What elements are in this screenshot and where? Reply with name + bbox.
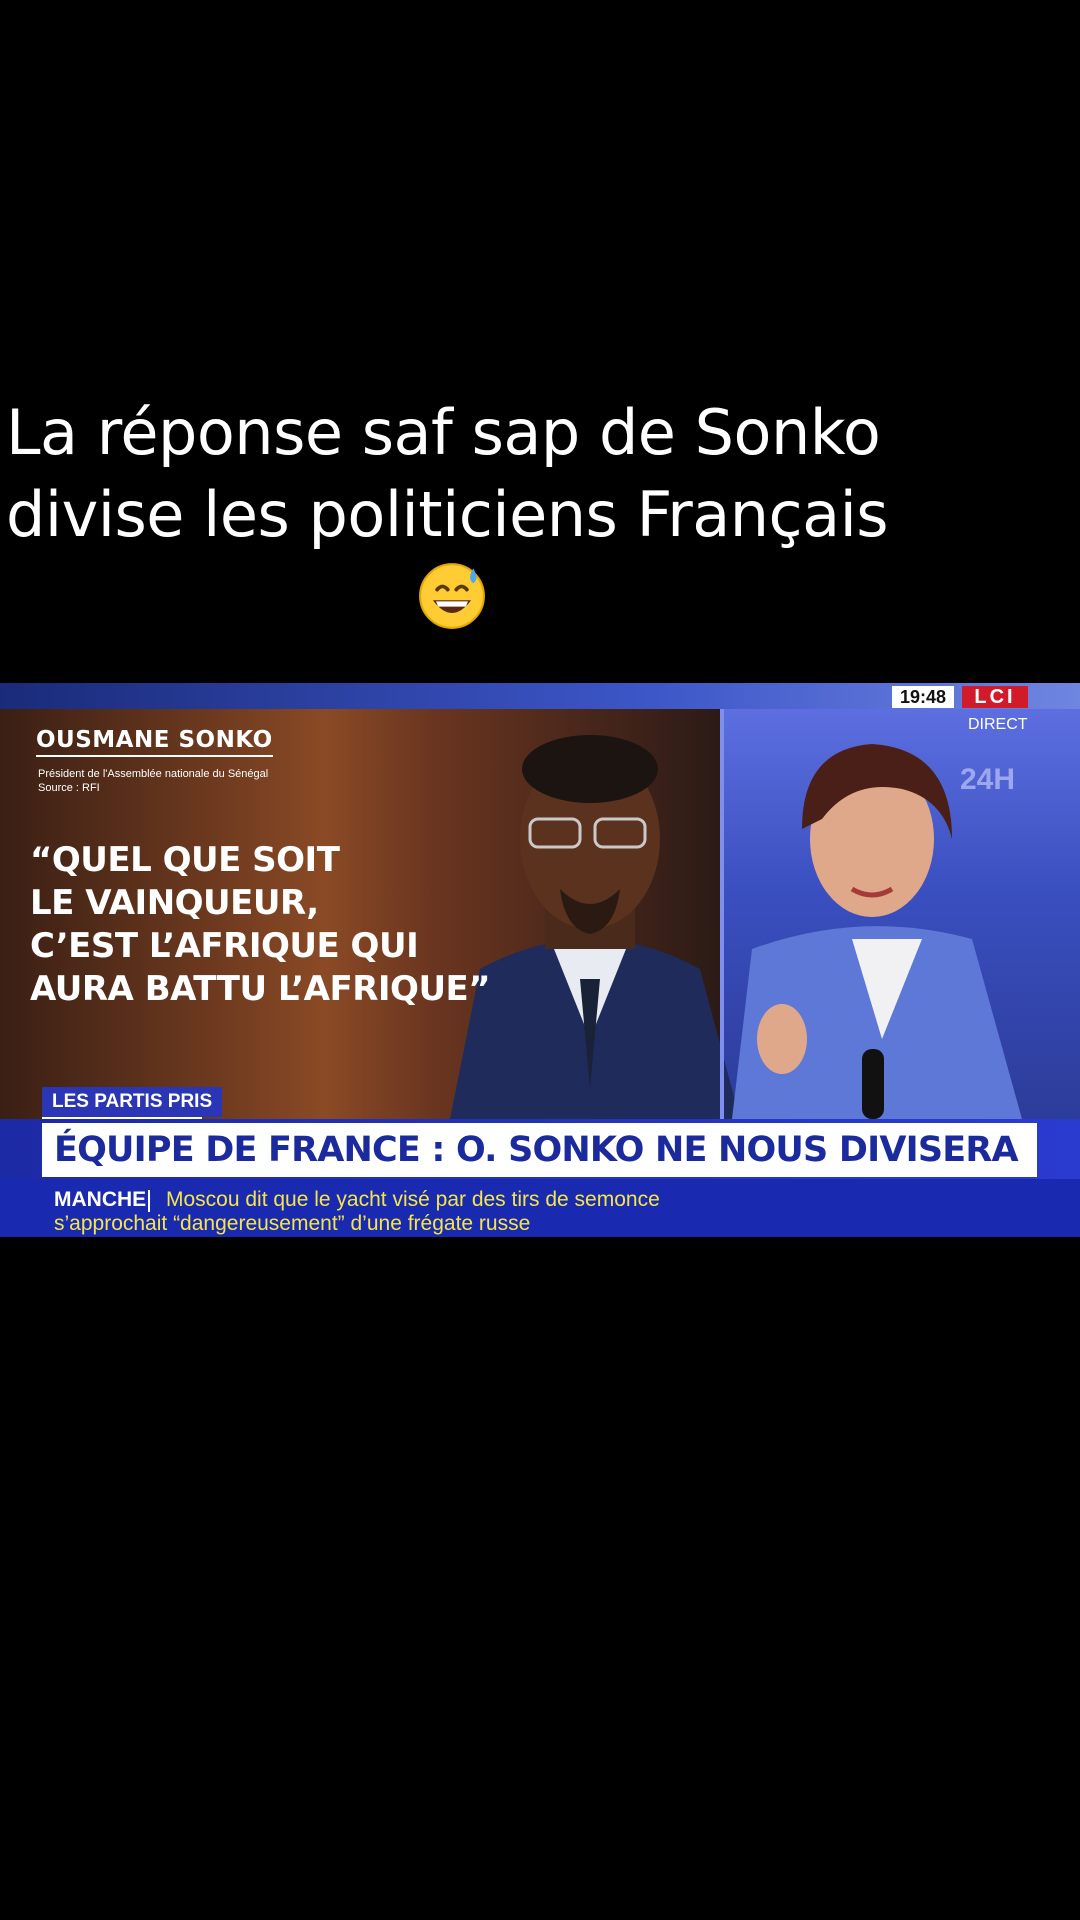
caption-line-1: La réponse saf sap de Sonko — [6, 396, 881, 469]
speaker-name: OUSMANE SONKO — [36, 727, 273, 757]
segment-tag: LES PARTIS PRIS — [42, 1087, 223, 1117]
speaker-source-text: Source : RFI — [38, 782, 100, 794]
24h-badge: 24H — [960, 763, 1016, 796]
caption-line-2: divise les politiciens Français — [6, 478, 889, 551]
speaker-role-text: Président de l'Assemblée nationale du Sé… — [38, 768, 269, 780]
commentator-photo — [732, 744, 1022, 1119]
lci-logo: LCI — [962, 686, 1028, 708]
speaker-role: Président de l'Assemblée nationale du Sé… — [38, 767, 268, 795]
headline: ÉQUIPE DE FRANCE : O. SONKO NE NOUS DIVI… — [42, 1123, 1037, 1224]
ticker-separator — [148, 1190, 150, 1212]
panel-divider — [720, 709, 724, 1119]
clock: 19:48 — [892, 686, 954, 708]
ticker-label: MANCHE — [54, 1188, 147, 1211]
segment-tag-underline — [42, 1117, 202, 1119]
ticker-line-1: Moscou dit que le yacht visé par des tir… — [166, 1188, 660, 1211]
ticker-line-2: s’approchait “dangereusement” d’une frég… — [54, 1212, 531, 1235]
speaker-quote: “QUEL QUE SOIT LE VAINQUEUR, C’EST L’AFR… — [30, 840, 491, 1009]
video-caption: La réponse saf sap de Sonko divise les p… — [6, 392, 1006, 629]
news-video-frame[interactable]: OUSMANE SONKO Président de l'Assemblée n… — [0, 683, 1080, 1237]
live-label: DIRECT — [968, 716, 1028, 733]
grinning-sweat-emoji-icon — [419, 563, 485, 629]
